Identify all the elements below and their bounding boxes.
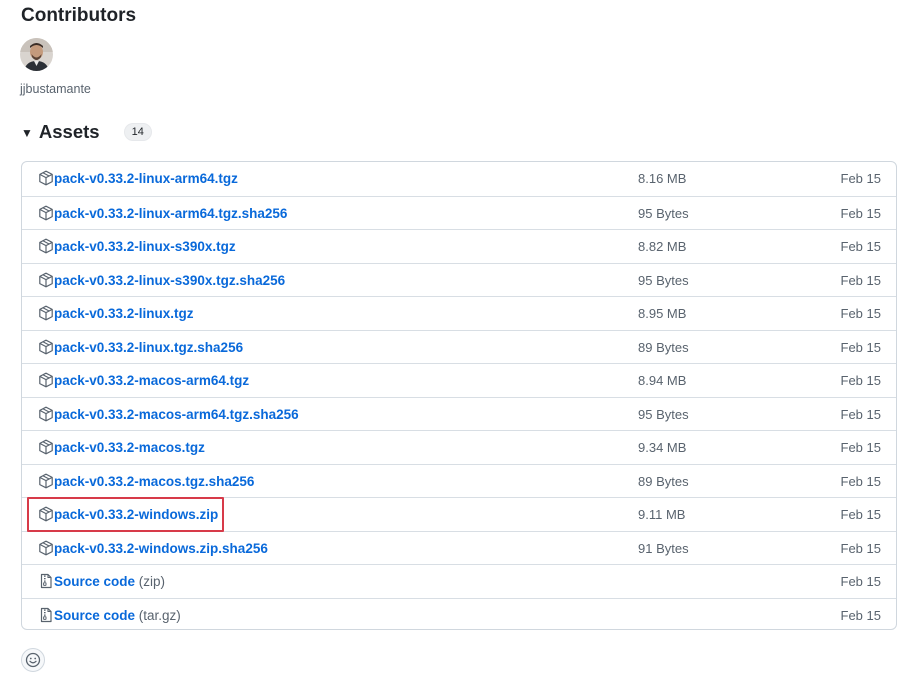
asset-name: pack-v0.33.2-linux-arm64.tgz xyxy=(54,171,238,186)
asset-size: 8.82 MB xyxy=(638,239,687,254)
asset-row: pack-v0.33.2-macos-arm64.tgz 8.94 MB Feb 1… xyxy=(22,363,896,397)
asset-name: pack-v0.33.2-linux-s390x.tgz xyxy=(54,239,236,254)
assets-count-badge: 14 xyxy=(123,123,152,141)
asset-name: Source code xyxy=(54,574,136,589)
asset-date: Feb 15 xyxy=(840,473,881,489)
asset-link[interactable]: pack-v0.33.2-macos.tgz xyxy=(54,440,205,455)
avatar-image xyxy=(20,38,53,71)
asset-row: pack-v0.33.2-linux-arm64.tgz.sha256 95 By… xyxy=(22,195,896,230)
asset-date: Feb 15 xyxy=(840,306,881,321)
caret-down-icon: ▼ xyxy=(21,126,33,140)
file-zip-icon xyxy=(38,607,54,623)
asset-link[interactable]: pack-v0.33.2-linux-s390x.tgz xyxy=(54,239,236,254)
asset-row: pack-v0.33.2-linux.tgz 8.95 MB Feb 15 xyxy=(22,296,896,330)
asset-date: Feb 15 xyxy=(840,574,881,589)
assets-heading: Assets xyxy=(38,121,100,142)
asset-row: pack-v0.33.2-windows.zip.sha256 91 Bytes F… xyxy=(22,530,896,565)
asset-link[interactable]: pack-v0.33.2-linux-arm64.tgz.sha256 xyxy=(54,206,287,221)
asset-size: 9.34 MB xyxy=(638,440,687,455)
package-icon xyxy=(38,339,54,355)
asset-row: Source code (zip) Feb 15 xyxy=(22,564,896,598)
asset-link[interactable]: pack-v0.33.2-macos-arm64.tgz xyxy=(54,373,249,388)
asset-date: Feb 15 xyxy=(840,339,881,355)
asset-row: pack-v0.33.2-linux-arm64.tgz 8.16 MB Feb 1… xyxy=(22,162,896,196)
asset-date: Feb 15 xyxy=(840,171,881,186)
asset-date: Feb 15 xyxy=(840,440,881,455)
asset-size: 95 Bytes xyxy=(638,205,689,221)
asset-link[interactable]: Source code (zip) xyxy=(54,574,165,589)
asset-name: pack-v0.33.2-linux.tgz xyxy=(54,306,194,321)
package-icon xyxy=(38,540,54,556)
asset-format: (tar.gz) xyxy=(138,607,181,623)
package-icon xyxy=(38,506,54,522)
asset-name: pack-v0.33.2-macos.tgz.sha256 xyxy=(54,473,255,489)
asset-size: 89 Bytes xyxy=(638,339,689,355)
asset-size: 91 Bytes xyxy=(638,540,689,556)
asset-size: 95 Bytes xyxy=(638,272,689,288)
contributors-heading: Contributors xyxy=(21,5,137,26)
asset-format: (zip) xyxy=(138,574,166,589)
asset-link[interactable]: pack-v0.33.2-linux.tgz xyxy=(54,306,194,321)
asset-name: pack-v0.33.2-windows.zip.sha256 xyxy=(54,540,268,556)
asset-row: pack-v0.33.2-macos.tgz.sha256 89 Bytes Feb… xyxy=(22,463,896,498)
asset-date: Feb 15 xyxy=(840,540,881,556)
package-icon xyxy=(38,272,54,288)
package-icon xyxy=(38,372,54,388)
asset-size: 8.94 MB xyxy=(638,373,687,388)
asset-name: pack-v0.33.2-macos-arm64.tgz.sha256 xyxy=(54,406,299,422)
contributor-name[interactable]: jjbustamante xyxy=(20,82,91,96)
asset-date: Feb 15 xyxy=(840,607,881,623)
asset-link[interactable]: pack-v0.33.2-macos.tgz.sha256 xyxy=(54,474,254,489)
asset-link[interactable]: pack-v0.33.2-linux-arm64.tgz xyxy=(54,171,238,186)
asset-name: pack-v0.33.2-macos-arm64.tgz xyxy=(54,373,250,388)
asset-link[interactable]: pack-v0.33.2-windows.zip xyxy=(54,507,218,522)
package-icon xyxy=(38,205,54,221)
asset-date: Feb 15 xyxy=(840,507,881,522)
asset-row: pack-v0.33.2-macos.tgz 9.34 MB Feb 15 xyxy=(22,430,896,464)
asset-size: 95 Bytes xyxy=(638,406,689,422)
smiley-icon xyxy=(25,652,41,668)
asset-size: 9.11 MB xyxy=(638,507,686,522)
asset-row: pack-v0.33.2-linux-s390x.tgz.sha256 95 By… xyxy=(22,262,896,297)
asset-row: pack-v0.33.2-linux-s390x.tgz 8.82 MB Feb 1… xyxy=(22,229,896,263)
asset-row: pack-v0.33.2-macos-arm64.tgz.sha256 95 By… xyxy=(22,396,896,431)
asset-size: 8.95 MB xyxy=(638,306,687,321)
package-icon xyxy=(38,305,54,321)
asset-date: Feb 15 xyxy=(840,239,881,254)
asset-link[interactable]: pack-v0.33.2-windows.zip.sha256 xyxy=(54,541,268,556)
asset-link[interactable]: Source code (tar.gz) xyxy=(54,608,181,623)
asset-row: pack-v0.33.2-linux.tgz.sha256 89 Bytes Feb… xyxy=(22,329,896,364)
asset-link[interactable]: pack-v0.33.2-linux.tgz.sha256 xyxy=(54,340,243,355)
asset-date: Feb 15 xyxy=(840,406,881,422)
package-icon xyxy=(38,238,54,254)
asset-row: Source code (tar.gz) Feb 15 xyxy=(22,597,896,630)
asset-date: Feb 15 xyxy=(840,373,881,388)
asset-size: 8.16 MB xyxy=(638,171,687,186)
package-icon xyxy=(38,170,54,186)
package-icon xyxy=(38,406,54,422)
asset-link[interactable]: pack-v0.33.2-linux-s390x.tgz.sha256 xyxy=(54,273,285,288)
package-icon xyxy=(38,473,54,489)
asset-date: Feb 15 xyxy=(840,272,881,288)
assets-toggle[interactable]: ▼ Assets 14 xyxy=(21,121,152,143)
asset-name: pack-v0.33.2-linux-s390x.tgz.sha256 xyxy=(54,272,286,288)
asset-date: Feb 15 xyxy=(840,205,881,221)
assets-list: pack-v0.33.2-linux-arm64.tgz 8.16 MB Feb 1… xyxy=(21,161,897,630)
asset-name: pack-v0.33.2-windows.zip xyxy=(54,507,219,522)
package-icon xyxy=(38,439,54,455)
file-zip-icon xyxy=(38,573,54,589)
asset-name: Source code xyxy=(54,607,136,623)
asset-size: 89 Bytes xyxy=(638,473,689,489)
asset-name: pack-v0.33.2-macos.tgz xyxy=(54,440,205,455)
avatar[interactable] xyxy=(20,38,53,71)
asset-link[interactable]: pack-v0.33.2-macos-arm64.tgz.sha256 xyxy=(54,407,299,422)
asset-name: pack-v0.33.2-linux-arm64.tgz.sha256 xyxy=(54,205,288,221)
add-reaction-button[interactable] xyxy=(21,648,45,672)
asset-row: pack-v0.33.2-windows.zip 9.11 MB Feb 15 xyxy=(22,497,896,531)
asset-name: pack-v0.33.2-linux.tgz.sha256 xyxy=(54,339,244,355)
